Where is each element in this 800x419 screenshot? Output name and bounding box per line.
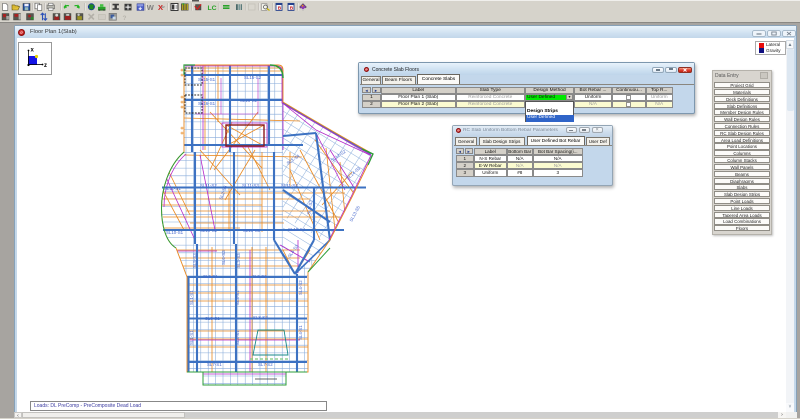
svg-text:SL10-S3: SL10-S3 (243, 228, 261, 233)
svg-text:SL8-S2: SL8-S2 (253, 315, 268, 320)
svg-text:SL15-S1: SL15-S1 (198, 77, 216, 82)
svg-text:SL3-S3: SL3-S3 (236, 253, 241, 268)
svg-text:?: ? (123, 15, 127, 22)
svg-text:SL1-S1: SL1-S1 (189, 290, 194, 305)
svg-text:SL1-S1: SL1-S1 (189, 330, 194, 345)
svg-text:SL3-S1: SL3-S1 (235, 290, 240, 305)
svg-text:B: B (278, 6, 282, 12)
svg-text:SL16-S1: SL16-S1 (198, 101, 216, 106)
svg-text:SL11-S3: SL11-S3 (242, 183, 259, 188)
svg-text:z: z (44, 63, 47, 69)
svg-text:SL13-S5: SL13-S5 (348, 205, 361, 223)
svg-text:SL11-S1: SL11-S1 (164, 186, 181, 191)
svg-text:SL11-S4: SL11-S4 (281, 183, 298, 188)
svg-text:SL9-S2: SL9-S2 (252, 274, 267, 279)
svg-text:SL14-S3: SL14-S3 (345, 165, 361, 181)
svg-text:SL15-S2: SL15-S2 (244, 75, 262, 80)
svg-text:SL5-S3: SL5-S3 (192, 253, 197, 268)
svg-text:SL16-S2: SL16-S2 (240, 98, 258, 103)
svg-text:SL4-S1: SL4-S1 (298, 325, 303, 340)
svg-text:SL1-S4: SL1-S4 (286, 153, 301, 166)
svg-text:SL4-S2: SL4-S2 (298, 280, 303, 295)
svg-text:SL3-S1: SL3-S1 (235, 330, 240, 345)
svg-text:SL10-S2: SL10-S2 (200, 228, 218, 233)
svg-text:SL8-S1: SL8-S1 (205, 316, 220, 321)
svg-text:SL7-S1: SL7-S1 (207, 362, 222, 367)
svg-text:SL7-S2: SL7-S2 (258, 362, 273, 367)
svg-text:SL9-S1: SL9-S1 (203, 274, 218, 279)
svg-text:SL10-S1: SL10-S1 (166, 230, 184, 235)
svg-text:B: B (290, 6, 294, 12)
svg-text:SL10-S4: SL10-S4 (288, 227, 306, 232)
svg-text:SL11-S2: SL11-S2 (200, 183, 217, 188)
svg-text:LC: LC (208, 5, 217, 12)
svg-text:W: W (147, 3, 155, 12)
svg-text:x: x (31, 48, 35, 54)
svg-text:SL6-S3: SL6-S3 (221, 250, 226, 265)
